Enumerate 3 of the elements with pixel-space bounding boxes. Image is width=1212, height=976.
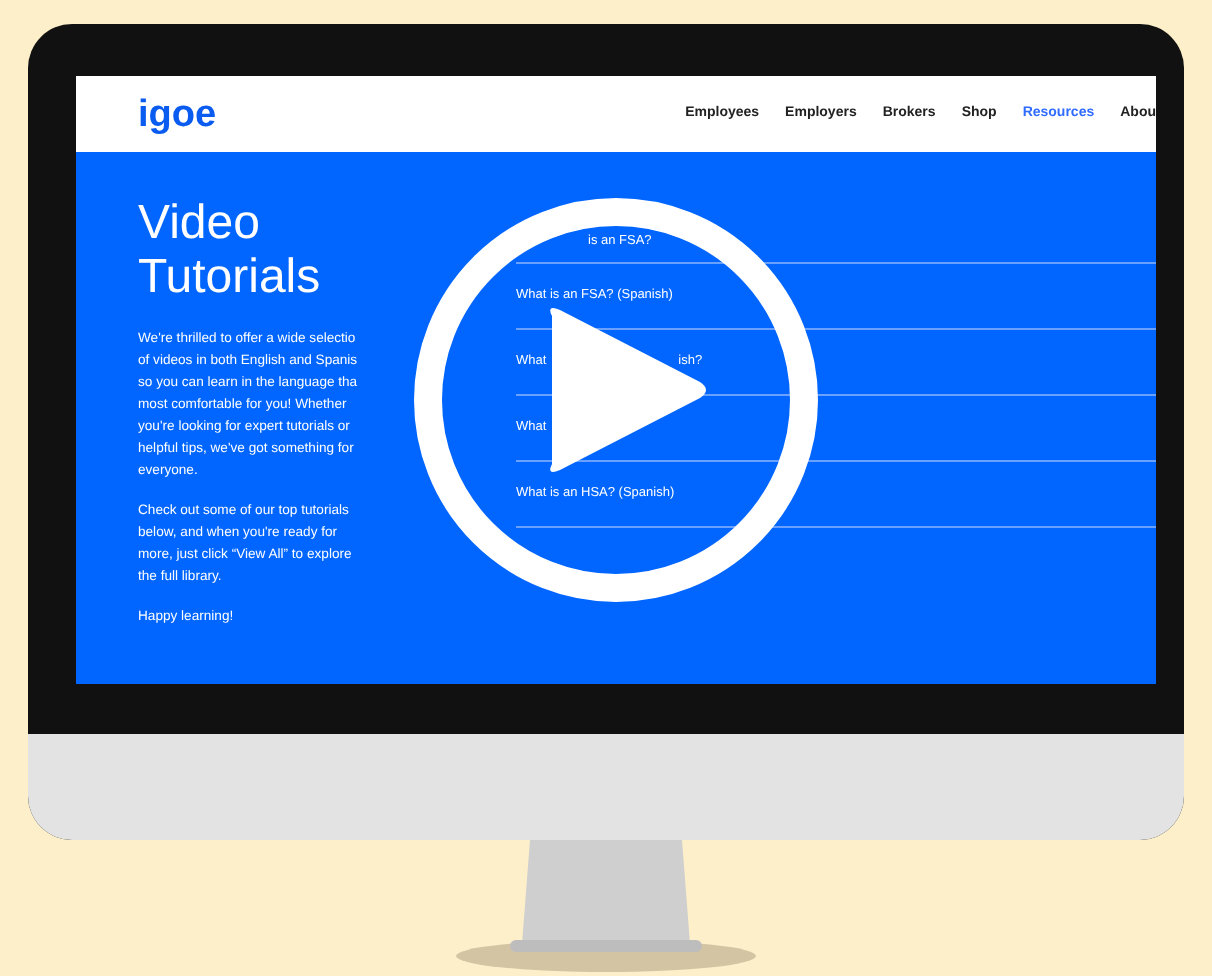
logo[interactable]: igoe bbox=[138, 95, 217, 133]
page-title: Video Tutorials bbox=[138, 196, 323, 304]
play-button-icon[interactable] bbox=[408, 192, 824, 608]
